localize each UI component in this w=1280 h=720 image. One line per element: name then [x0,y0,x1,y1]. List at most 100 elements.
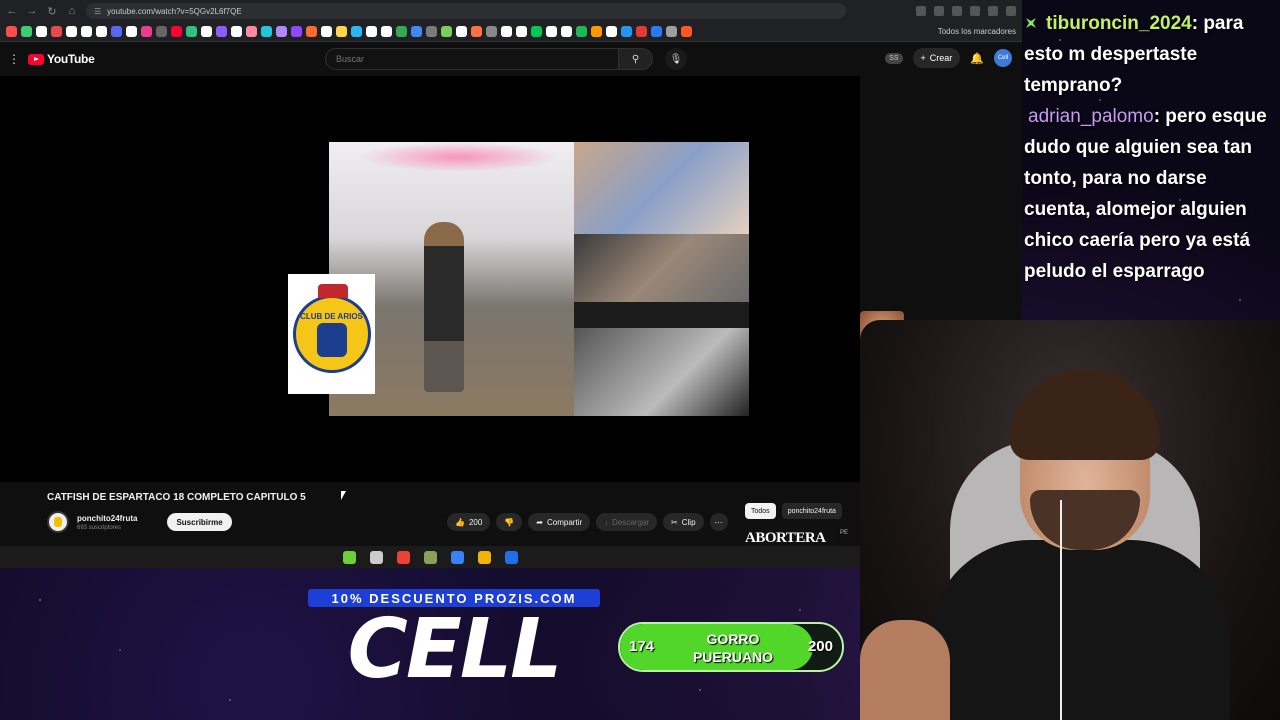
bookmark-favicon-icon[interactable] [531,26,542,37]
dislike-button[interactable]: 👎 [496,513,523,531]
bookmark-favicon-icon[interactable] [321,26,332,37]
taskbar-app-icon[interactable] [342,550,356,564]
bookmark-favicon-icon[interactable] [231,26,242,37]
reload-icon[interactable]: ↻ [46,5,58,18]
like-count: 200 [468,517,483,527]
mouse-cursor-icon [341,491,346,500]
forward-icon[interactable]: → [26,5,38,17]
bookmark-favicon-icon[interactable] [36,26,47,37]
bookmark-favicon-icon[interactable] [381,26,392,37]
streamer-arm [860,620,950,720]
bookmark-favicon-icon[interactable] [306,26,317,37]
bookmark-favicon-icon[interactable] [111,26,122,37]
bookmark-favicon-icon[interactable] [606,26,617,37]
youtube-logo[interactable]: YouTube [28,52,95,66]
search-icon: ⚲ [631,53,640,65]
bookmark-favicon-icon[interactable] [21,26,32,37]
taskbar-app-icon[interactable] [369,550,383,564]
voice-search-button[interactable]: 🎙 [665,48,687,70]
taskbar-app-icon[interactable] [450,550,464,564]
bookmark-favicon-icon[interactable] [336,26,347,37]
channel-name[interactable]: ponchito24fruta [77,514,137,523]
bookmark-favicon-icon[interactable] [546,26,557,37]
site-info-icon[interactable]: ☰ [94,7,101,16]
bookmark-favicon-icon[interactable] [201,26,212,37]
search-button[interactable]: ⚲ [619,48,653,70]
url-bar[interactable]: ☰ youtube.com/watch?v=5QGv2L6f7QE [86,3,846,19]
more-actions-button[interactable]: ⋯ [709,513,728,531]
bookmark-favicon-icon[interactable] [576,26,587,37]
bookmark-favicon-icon[interactable] [66,26,77,37]
hamburger-menu-icon[interactable]: ⋮ [8,52,20,66]
bookmark-favicon-icon[interactable] [81,26,92,37]
bookmark-favicon-icon[interactable] [96,26,107,37]
menu-icon[interactable] [1006,6,1016,16]
bookmark-favicon-icon[interactable] [126,26,137,37]
microphone-icon: 🎙 [669,53,683,65]
bookmark-favicon-icon[interactable] [246,26,257,37]
download-button[interactable]: ↓ Descargar [596,513,658,531]
collage-photo [574,328,749,416]
club-emblem: CLUB DE ARIOS [292,284,371,373]
taskbar-app-icon[interactable] [477,550,491,564]
account-avatar[interactable]: Cell [994,49,1012,67]
share-button[interactable]: ➦ Compartir [528,513,591,531]
bookmark-favicon-icon[interactable] [591,26,602,37]
ss-badge[interactable]: SS [885,52,903,64]
back-icon[interactable]: ← [6,5,18,17]
bookmark-favicon-icon[interactable] [186,26,197,37]
bookmark-favicon-icon[interactable] [156,26,167,37]
bookmarks-bar: Todos los marcadores [0,22,1022,42]
bookmark-favicon-icon[interactable] [426,26,437,37]
extension-icon[interactable] [916,6,926,16]
bookmark-favicon-icon[interactable] [261,26,272,37]
webcam-feed [860,320,1280,720]
taskbar-app-icon[interactable] [423,550,437,564]
bookmark-favicon-icon[interactable] [681,26,692,37]
bookmark-favicon-icon[interactable] [141,26,152,37]
like-button[interactable]: 👍 200 [447,513,491,531]
extension-icon[interactable] [970,6,980,16]
notifications-bell-icon[interactable]: 🔔 [970,52,984,65]
search-bar: ⚲ 🎙 [325,48,687,70]
channel-avatar[interactable] [47,511,69,533]
extension-icon[interactable] [952,6,962,16]
taskbar-app-icon[interactable] [504,550,518,564]
clip-button[interactable]: ✂ Clip [663,513,704,531]
club-face [316,322,347,357]
bookmark-favicon-icon[interactable] [501,26,512,37]
bookmark-favicon-icon[interactable] [351,26,362,37]
chip-todos[interactable]: Todos [745,503,776,519]
extension-icon[interactable] [988,6,998,16]
bookmark-favicon-icon[interactable] [621,26,632,37]
bookmark-favicon-icon[interactable] [471,26,482,37]
bookmark-favicon-icon[interactable] [216,26,227,37]
bookmark-favicon-icon[interactable] [441,26,452,37]
search-input[interactable] [325,48,619,70]
create-button[interactable]: + Crear [912,48,961,68]
recommended-video-title[interactable]: PE [840,530,848,536]
subscribe-button[interactable]: Suscribirme [167,513,232,531]
bookmark-favicon-icon[interactable] [651,26,662,37]
bookmark-favicon-icon[interactable] [6,26,17,37]
bookmark-favicon-icon[interactable] [171,26,182,37]
bookmark-favicon-icon[interactable] [366,26,377,37]
all-bookmarks-folder[interactable]: Todos los marcadores [938,27,1016,36]
bookmark-star-icon[interactable] [934,6,944,16]
bookmark-favicon-icon[interactable] [396,26,407,37]
bookmark-favicon-icon[interactable] [666,26,677,37]
bookmark-favicon-icon[interactable] [291,26,302,37]
bookmark-favicon-icon[interactable] [516,26,527,37]
home-icon[interactable]: ⌂ [66,5,78,17]
taskbar-app-icon[interactable] [396,550,410,564]
bookmark-favicon-icon[interactable] [51,26,62,37]
promo-code: CELL [347,602,563,697]
bookmark-favicon-icon[interactable] [561,26,572,37]
bookmark-favicon-icon[interactable] [636,26,647,37]
chip-channel[interactable]: ponchito24fruta [781,503,842,519]
bookmark-favicon-icon[interactable] [411,26,422,37]
bookmark-favicon-icon[interactable] [486,26,497,37]
bookmark-favicon-icon[interactable] [456,26,467,37]
bookmark-favicon-icon[interactable] [276,26,287,37]
video-frame[interactable] [329,142,749,416]
